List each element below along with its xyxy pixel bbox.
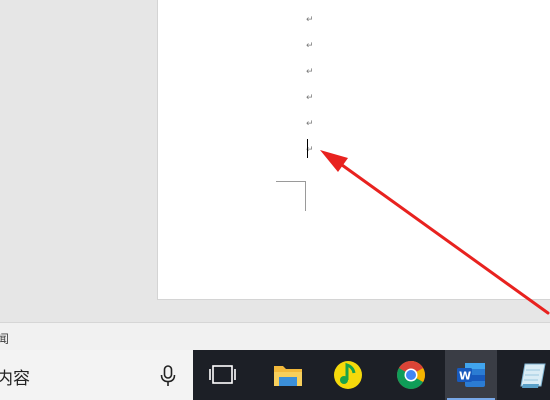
chrome-icon <box>397 361 425 389</box>
text-cursor <box>307 139 308 158</box>
document-canvas: ↵ ↵ ↵ ↵ ↵ ↵ <box>0 0 550 322</box>
paragraph-mark: ↵ <box>306 119 314 129</box>
task-view-button[interactable] <box>197 350 249 400</box>
status-bar: 闻 <box>0 322 550 351</box>
notepad-button[interactable] <box>505 350 550 400</box>
word-button[interactable]: W <box>445 350 497 400</box>
paragraph-mark: ↵ <box>306 41 314 51</box>
document-page[interactable]: ↵ ↵ ↵ ↵ ↵ ↵ <box>157 0 550 300</box>
file-explorer-button[interactable] <box>262 350 314 400</box>
task-view-icon <box>209 365 236 384</box>
taskbar-search-box[interactable]: 内容 <box>0 350 193 400</box>
screen: ↵ ↵ ↵ ↵ ↵ ↵ 闻 内容 W <box>0 0 550 400</box>
margin-corner-marker <box>276 181 306 211</box>
folder-icon <box>274 366 302 386</box>
search-placeholder: 内容 <box>0 369 30 389</box>
paragraph-mark: ↵ <box>306 67 314 77</box>
status-bar-text: 闻 <box>0 332 10 346</box>
qq-music-button[interactable] <box>322 350 374 400</box>
paragraph-mark: ↵ <box>306 15 314 25</box>
notepad-icon <box>520 363 546 388</box>
qq-music-icon <box>334 361 362 389</box>
word-icon: W <box>457 363 485 387</box>
svg-text:W: W <box>459 370 471 383</box>
taskbar: 内容 W <box>0 350 550 400</box>
chrome-button[interactable] <box>385 350 437 400</box>
paragraph-mark: ↵ <box>306 93 314 103</box>
microphone-icon[interactable] <box>158 364 178 388</box>
